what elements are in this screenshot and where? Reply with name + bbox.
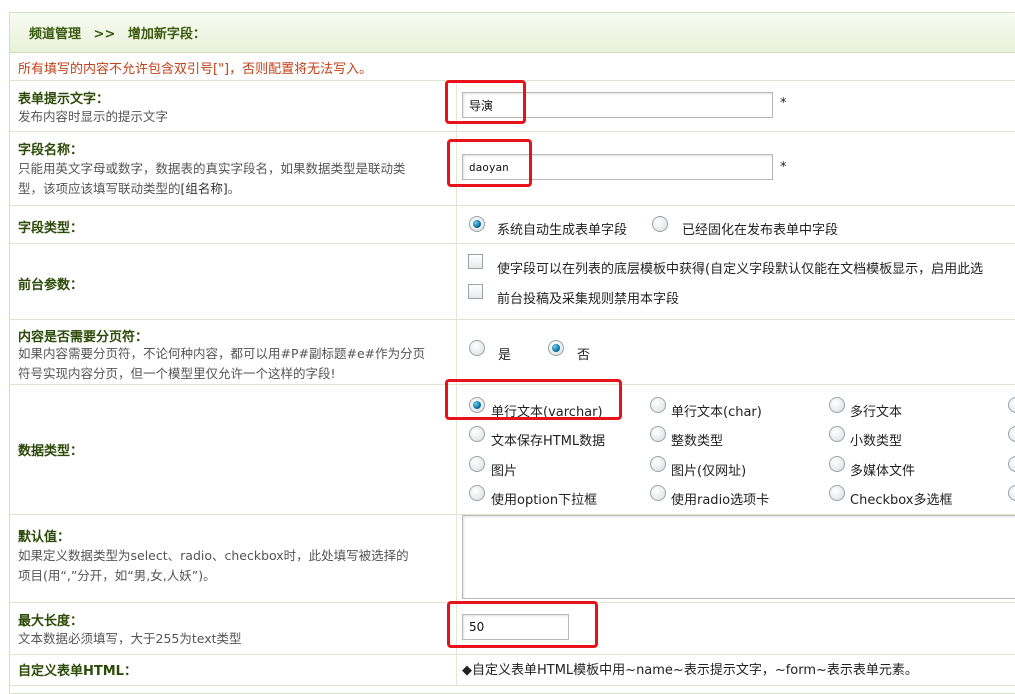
breadcrumb: 频道管理 >> 增加新字段： (29, 23, 206, 42)
row-front-params: 前台参数： (10, 244, 1015, 320)
dtype-option-label: 小数类型 (850, 434, 903, 449)
radio-dtype-char[interactable] (650, 397, 666, 413)
radio-paging-no[interactable] (548, 340, 564, 356)
field-name-label: 字段名称： (18, 143, 84, 158)
highlight-box (445, 379, 622, 420)
front-params-label: 前台参数： (18, 278, 84, 293)
default-value-description: 如果定义数据类型为select、radio、checkbox时，此处填写被选择的… (18, 548, 409, 583)
highlight-box (447, 601, 598, 648)
breadcrumb-section[interactable]: 频道管理 (29, 27, 81, 42)
row-paging: 内容是否需要分页符： 如果内容需要分页符，不论何种内容，都可以用#P#副标题#e… (10, 320, 1015, 385)
dtype-option-label: 使用radio选项卡 (671, 493, 770, 508)
data-type-label: 数据类型： (18, 444, 84, 459)
radio-dtype-html[interactable] (469, 426, 485, 442)
radio-dtype-select[interactable] (469, 485, 485, 501)
breadcrumb-separator: >> (93, 27, 116, 42)
radio-auto-generate[interactable] (469, 216, 485, 232)
dtype-option-label: 图片(仅网址) (671, 464, 747, 479)
paging-description: 如果内容需要分页符，不论何种内容，都可以用#P#副标题#e#作为分页 符号实现内容… (18, 346, 426, 381)
paging-no-label: 否 (577, 348, 591, 363)
checkbox-disable-contrib[interactable] (468, 284, 483, 299)
dtype-option-label: 整数类型 (671, 434, 724, 449)
radio-dtype-float[interactable] (829, 426, 845, 442)
field-type-option-label: 已经固化在发布表单中字段 (682, 223, 839, 238)
max-length-description: 文本数据必须填写，大于255为text类型 (18, 631, 242, 646)
tip-label: 表单提示文字： (18, 92, 110, 107)
radio-dtype-media[interactable] (829, 456, 845, 472)
paging-label: 内容是否需要分页符： (18, 330, 149, 345)
field-type-option-label: 系统自动生成表单字段 (497, 223, 628, 238)
highlight-box (447, 139, 532, 187)
radio-fixed-field[interactable] (652, 216, 668, 232)
warning-text: 所有填写的内容不允许包含双引号["]，否则配置将无法写入。 (18, 62, 373, 77)
dtype-option-label: 文本保存HTML数据 (491, 434, 606, 449)
paging-yes-label: 是 (498, 348, 512, 363)
dtype-option-label: 图片 (491, 464, 518, 479)
checkbox-list-template[interactable] (468, 254, 483, 269)
warning-row: 所有填写的内容不允许包含双引号["]，否则配置将无法写入。 (10, 53, 1015, 81)
radio-dtype-int[interactable] (650, 426, 666, 442)
field-name-description: 只能用英文字母或数字，数据表的真实字段名，如果数据类型是联动类 型，该项应该填写… (18, 161, 406, 196)
radio-dtype-radio[interactable] (650, 485, 666, 501)
group-name-link[interactable]: [组名称] (181, 181, 228, 196)
dtype-option-label: 单行文本(char) (671, 405, 762, 420)
dtype-option-label: 多媒体文件 (850, 464, 916, 479)
highlight-box (445, 80, 526, 124)
radio-dtype-image[interactable] (469, 456, 485, 472)
panel-header: 频道管理 >> 增加新字段： (10, 13, 1015, 53)
dtype-option-label: Checkbox多选框 (850, 493, 953, 508)
custom-html-description: ◆自定义表单HTML模板中用~name~表示提示文字，~form~表示表单元素。 (462, 663, 918, 678)
required-star: * (780, 96, 787, 111)
tip-description: 发布内容时显示的提示文字 (18, 109, 169, 124)
dtype-option-label: 多行文本 (850, 405, 903, 420)
front-option-label: 使字段可以在列表的底层模板中获得(自定义字段默认仅能在文档模板显示，启用此选 (497, 262, 984, 277)
default-value-textarea[interactable] (462, 515, 1015, 599)
custom-html-label: 自定义表单HTML： (18, 664, 137, 679)
radio-dtype-checkbox[interactable] (829, 485, 845, 501)
radio-paging-yes[interactable] (469, 340, 485, 356)
required-star: * (780, 160, 787, 175)
field-type-label: 字段类型： (18, 221, 84, 236)
front-option-label: 前台投稿及采集规则禁用本字段 (497, 292, 680, 307)
max-length-label: 最大长度： (18, 614, 84, 629)
default-value-label: 默认值： (18, 530, 71, 545)
page-title: 增加新字段： (127, 27, 206, 42)
radio-dtype-textarea[interactable] (829, 397, 845, 413)
radio-dtype-image-url[interactable] (650, 456, 666, 472)
dtype-option-label: 使用option下拉框 (491, 493, 598, 508)
